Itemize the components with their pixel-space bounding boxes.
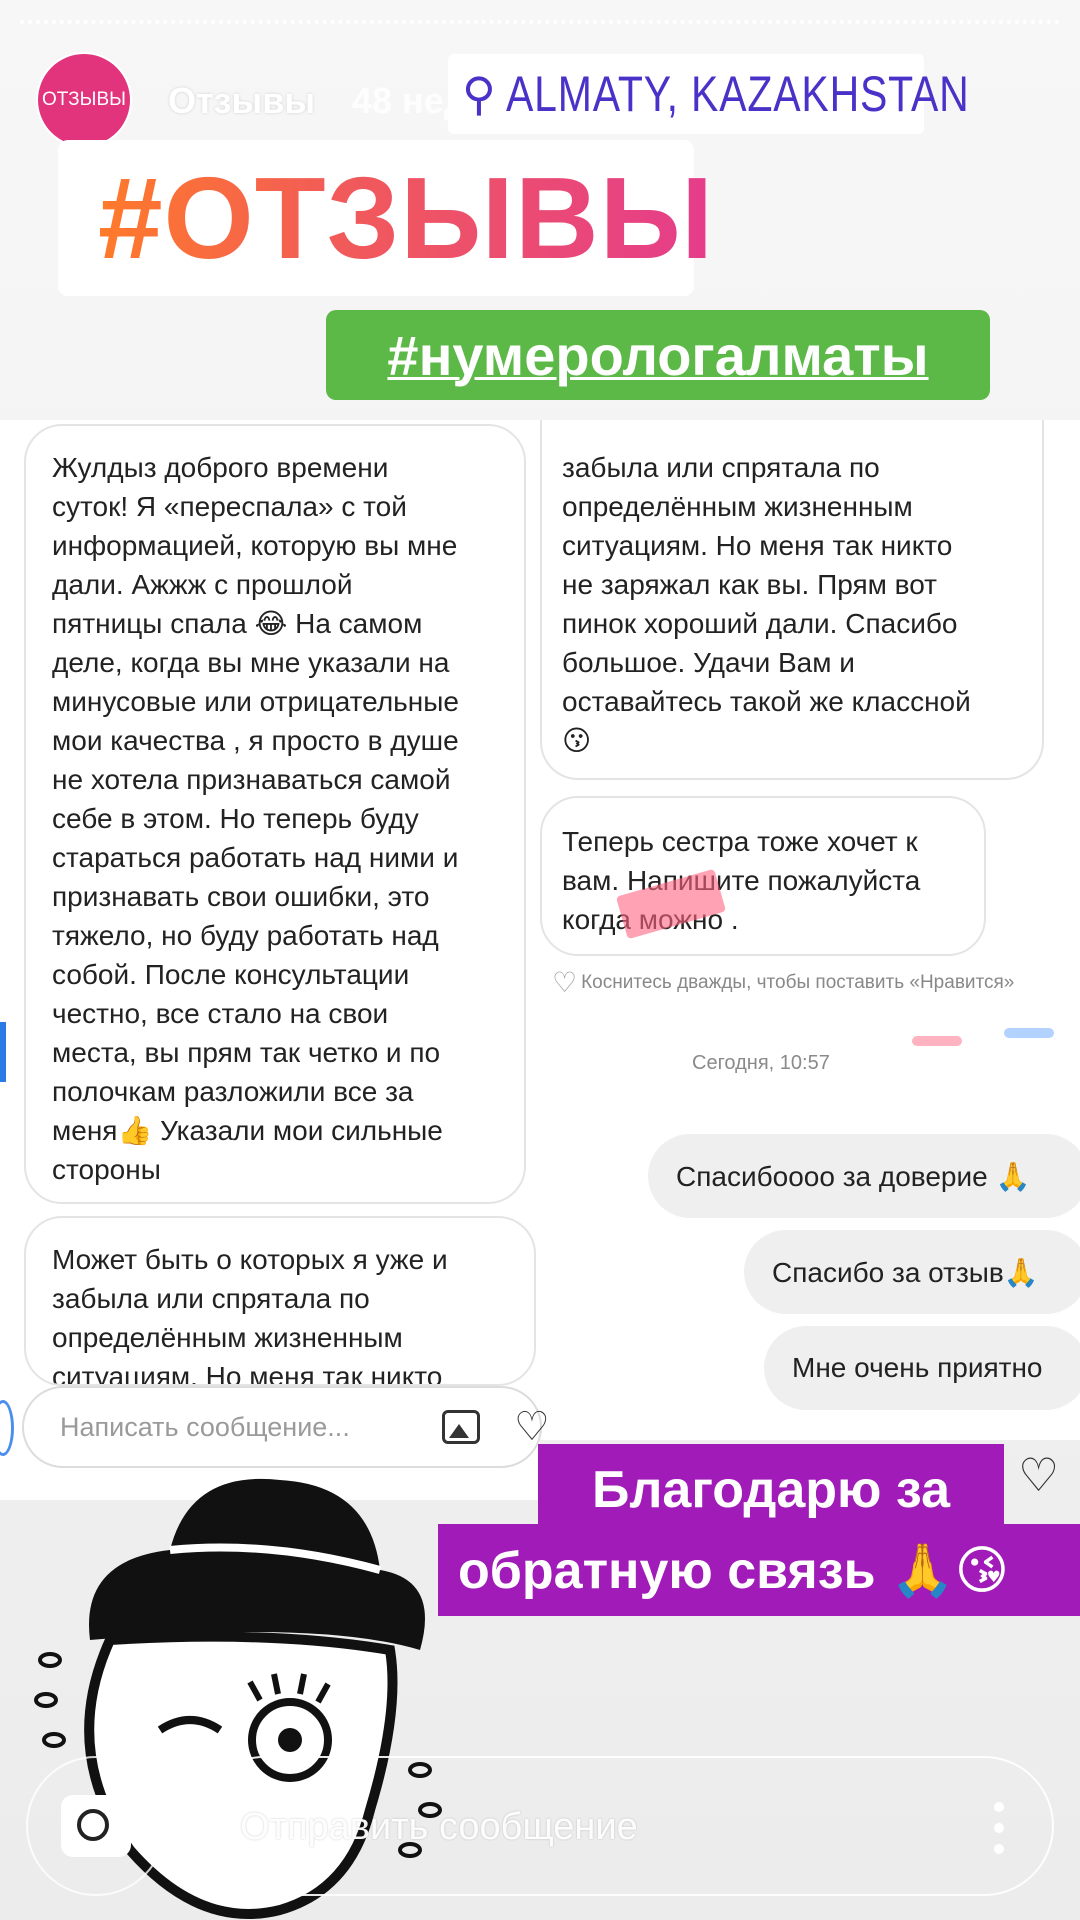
account-name[interactable]: Отзывы (168, 80, 315, 122)
message-text: Мне очень приятно (792, 1352, 1043, 1383)
send-message-input[interactable]: Отправить сообщение (194, 1756, 1054, 1896)
more-icon[interactable] (994, 1802, 1004, 1854)
incoming-message: Жулдыз доброго времени суток! Я «переспа… (24, 424, 526, 1204)
chat-timestamp: Сегодня, 10:57 (692, 1052, 830, 1074)
message-text: Спасибо за отзыв🙏 (772, 1256, 1039, 1288)
hashtag-sticker-secondary[interactable]: #нумерологалматы (326, 310, 990, 400)
incoming-message: Может быть о которых я уже и забыла или … (24, 1216, 536, 1386)
location-text: ALMATY, KAZAKHSTAN (505, 66, 970, 122)
incoming-message: забыла или спрятала по определённым жизн… (540, 420, 1044, 780)
scribble-mark (912, 1036, 962, 1046)
like-hint-text: Коснитесь дважды, чтобы поставить «Нрави… (581, 971, 1015, 993)
location-sticker[interactable]: ⚲ ALMATY, KAZAKHSTAN (448, 54, 968, 134)
heart-outline-icon[interactable]: ♡ (552, 966, 577, 999)
hashtag-sticker-main[interactable]: #ОТЗЫВЫ (58, 140, 713, 296)
message-text: забыла или спрятала по определённым жизн… (562, 452, 971, 756)
caption-line-1: Благодарю за (538, 1444, 1004, 1536)
message-text: Жулдыз доброго времени суток! Я «переспа… (52, 452, 459, 1185)
message-text: Спасибоооо за доверие 🙏 (676, 1160, 1031, 1192)
caption-text: Благодарю за (591, 1461, 950, 1519)
story-progress-bar (20, 20, 1060, 30)
message-text: Может быть о которых я уже и забыла или … (52, 1244, 448, 1386)
avatar-text: ОТЗЫВЫ (42, 89, 126, 110)
edge-mark (0, 1022, 6, 1082)
send-placeholder: Отправить сообщение (240, 1806, 638, 1848)
outgoing-message: Мне очень приятно (764, 1326, 1080, 1410)
heart-icon[interactable]: ♡ (1018, 1448, 1059, 1502)
like-hint: ♡ Коснитесь дважды, чтобы поставить «Нрав… (552, 966, 1014, 999)
camera-icon (61, 1795, 131, 1857)
location-pin-icon: ⚲ (462, 68, 496, 120)
outgoing-message: Спасибоооо за доверие 🙏 (648, 1134, 1080, 1218)
hashtag-text: #нумерологалматы (387, 323, 929, 387)
outgoing-message: Спасибо за отзыв🙏 (744, 1230, 1080, 1314)
scribble-mark (1004, 1028, 1054, 1038)
account-avatar[interactable]: ОТЗЫВЫ (36, 52, 132, 148)
caption-text: обратную связь 🙏😘 (458, 1541, 1009, 1600)
incoming-message: Теперь сестра тоже хочет к вам. Напишите… (540, 796, 986, 956)
camera-button[interactable] (26, 1756, 166, 1896)
hashtag-text: #ОТЗЫВЫ (98, 153, 715, 283)
